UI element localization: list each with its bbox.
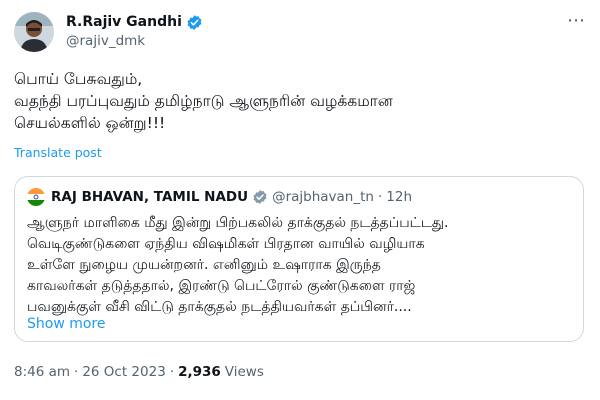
show-more-link[interactable]: Show more [27, 316, 106, 332]
tweet-time[interactable]: 8:46 am [14, 364, 70, 380]
tweet-text: பொய் பேசுவதும், வதந்தி பரப்புவதும் தமிழ்… [14, 70, 393, 132]
meta-separator: · [169, 364, 175, 380]
quoted-author-handle[interactable]: @rajbhavan_tn [272, 189, 374, 205]
quoted-separator: · [377, 189, 383, 205]
quoted-timestamp[interactable]: 12h [386, 189, 412, 205]
avatar-image [14, 12, 54, 52]
author-info: R.Rajiv Gandhi @rajiv_dmk [66, 12, 203, 49]
views-label: Views [224, 364, 264, 380]
quoted-tweet[interactable]: RAJ BHAVAN, TAMIL NADU @rajbhavan_tn · 1… [14, 176, 584, 342]
author-avatar[interactable] [14, 12, 54, 52]
tweet-date[interactable]: 26 Oct 2023 [82, 364, 165, 380]
quoted-tweet-header: RAJ BHAVAN, TAMIL NADU @rajbhavan_tn · 1… [27, 188, 412, 206]
verified-badge-icon [187, 14, 202, 30]
translate-post-link[interactable]: Translate post [14, 145, 102, 160]
more-options-icon[interactable]: ⋯ [567, 12, 586, 30]
tweet-metadata: 8:46 am · 26 Oct 2023 · 2,936 Views [14, 364, 264, 380]
quoted-tweet-text: ஆளுநர் மாளிகை மீது இன்று பிற்பகலில் தாக்… [27, 215, 449, 315]
author-name[interactable]: R.Rajiv Gandhi [66, 14, 182, 30]
india-flag-avatar[interactable] [27, 188, 45, 206]
quoted-author-name[interactable]: RAJ BHAVAN, TAMIL NADU [51, 189, 248, 205]
verified-badge-icon [253, 190, 267, 204]
author-handle[interactable]: @rajiv_dmk [66, 33, 203, 49]
flag-icon [27, 188, 45, 206]
views-count[interactable]: 2,936 [178, 364, 221, 380]
meta-separator: · [74, 364, 79, 380]
